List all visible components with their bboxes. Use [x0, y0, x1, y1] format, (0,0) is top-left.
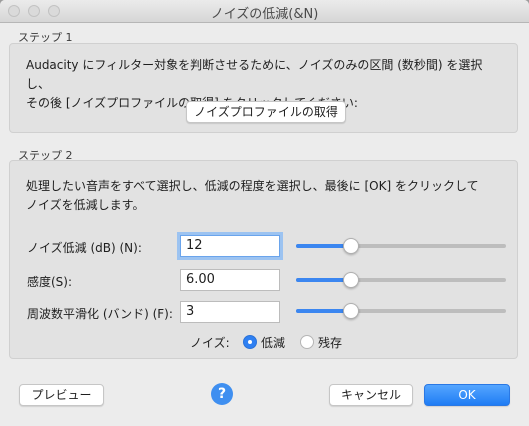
noise-reduction-dialog: ノイズの低減(&N) ステップ 1 Audacity にフィルター対象を判断させ…	[0, 0, 529, 426]
sensitivity-label: 感度(S):	[27, 275, 73, 289]
slider-knob[interactable]	[342, 272, 359, 288]
step2-instruction-line2: ノイズを低減します。	[26, 198, 145, 212]
radio-residue-label[interactable]: 残存	[318, 334, 342, 351]
frequency-smoothing-input[interactable]: 3	[180, 301, 280, 323]
sensitivity-input[interactable]: 6.00	[180, 269, 280, 291]
step2-group: 処理したい音声をすべて選択し、低減の程度を選択し、最後に [OK] をクリックし…	[9, 160, 518, 359]
slider-knob[interactable]	[342, 303, 359, 319]
get-noise-profile-button[interactable]: ノイズプロファイルの取得	[186, 101, 346, 123]
noise-mode-label: ノイズ:	[190, 336, 230, 350]
step1-group: Audacity にフィルター対象を判断させるために、ノイズのみの区間 (数秒間…	[9, 43, 518, 133]
step2-instruction: 処理したい音声をすべて選択し、低減の程度を選択し、最後に [OK] をクリックし…	[26, 177, 506, 215]
frequency-smoothing-slider[interactable]	[296, 302, 506, 320]
noise-reduction-db-slider[interactable]	[296, 237, 506, 255]
radio-reduce-label[interactable]: 低減	[261, 334, 285, 351]
step2-instruction-line1: 処理したい音声をすべて選択し、低減の程度を選択し、最後に [OK] をクリックし…	[26, 179, 479, 193]
title-bar: ノイズの低減(&N)	[0, 0, 529, 23]
help-icon[interactable]: ?	[211, 383, 233, 405]
radio-reduce[interactable]	[243, 335, 257, 349]
frequency-smoothing-label: 周波数平滑化 (バンド) (F):	[27, 307, 173, 321]
noise-reduction-db-input[interactable]: 12	[180, 235, 280, 257]
preview-button[interactable]: プレビュー	[19, 384, 104, 406]
sensitivity-slider[interactable]	[296, 271, 506, 289]
step1-instruction-line1: Audacity にフィルター対象を判断させるために、ノイズのみの区間 (数秒間…	[26, 58, 483, 91]
cancel-button[interactable]: キャンセル	[329, 384, 413, 406]
noise-reduction-db-label: ノイズ低減 (dB) (N):	[27, 241, 142, 255]
ok-button[interactable]: OK	[424, 384, 510, 406]
radio-residue[interactable]	[300, 335, 314, 349]
window-title: ノイズの低減(&N)	[210, 7, 319, 22]
slider-knob[interactable]	[342, 238, 359, 254]
